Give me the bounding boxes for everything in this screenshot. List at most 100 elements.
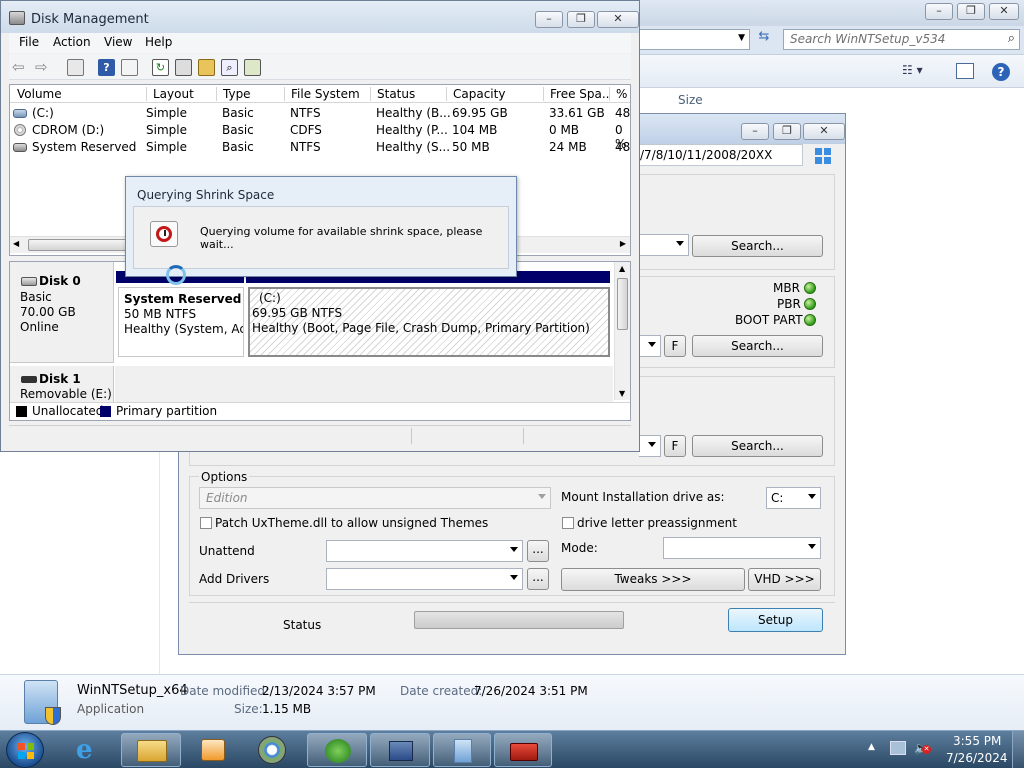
properties-icon[interactable] (121, 59, 138, 76)
settings-icon[interactable] (175, 59, 192, 76)
disk1-label-panel[interactable]: Disk 1 Removable (E:) (10, 366, 114, 402)
taskbar-winntsetup-icon[interactable] (433, 733, 491, 767)
scroll-left-icon[interactable]: ◀ (13, 239, 19, 248)
taskbar-download-manager-icon[interactable] (307, 733, 367, 767)
address-bar[interactable]: ▼ (636, 29, 750, 50)
mount-drive-combobox[interactable]: C: (766, 487, 821, 509)
col-free-space[interactable]: Free Spa... (543, 87, 609, 101)
winntsetup-maximize-button[interactable]: ❐ (773, 123, 801, 140)
disk-graphical-view: Disk 0 Basic 70.00 GB Online System Rese… (9, 261, 631, 421)
col-layout[interactable]: Layout (146, 87, 222, 101)
scroll-thumb[interactable] (617, 278, 628, 330)
add-drivers-browse-button[interactable]: ... (527, 568, 549, 590)
view-options-icon[interactable]: ☷ ▾ (902, 63, 936, 81)
tweaks-button[interactable]: Tweaks >>> (561, 568, 745, 591)
partition-system-reserved[interactable]: System Reserved 50 MB NTFS Healthy (Syst… (118, 287, 244, 357)
winntsetup-minimize-button[interactable]: – (741, 123, 769, 140)
taskbar-disk-management-icon[interactable] (370, 733, 430, 767)
dm-close-button[interactable]: ✕ (597, 11, 639, 28)
start-button[interactable] (6, 732, 44, 768)
preview-pane-icon[interactable] (956, 63, 974, 79)
edition-combobox[interactable]: Edition (199, 487, 551, 509)
clock-time[interactable]: 3:55 PM (953, 734, 1001, 748)
back-icon[interactable]: ⇦ (12, 58, 25, 76)
disk-view-vscrollbar[interactable]: ▲ ▼ (614, 262, 630, 400)
volume-muted-icon[interactable]: 🔈✕ (914, 741, 932, 757)
boot-search-button[interactable]: Search... (692, 335, 823, 357)
busy-cursor-icon (166, 265, 186, 285)
dialog-message: Querying volume for available shrink spa… (200, 225, 483, 251)
refresh-icon[interactable]: ↻ (152, 59, 169, 76)
boot-format-button[interactable]: F (664, 335, 686, 357)
unattend-browse-button[interactable]: ... (527, 540, 549, 562)
taskbar-media-player-icon[interactable] (185, 733, 240, 767)
mode-combobox[interactable] (663, 537, 821, 559)
unattend-combobox[interactable] (326, 540, 523, 562)
clock-date[interactable]: 7/26/2024 (946, 751, 1008, 765)
taskbar-ie-icon[interactable]: e (62, 733, 117, 767)
install-search-button[interactable]: Search... (692, 435, 823, 457)
disk0-type: Basic (20, 290, 52, 304)
refresh-icon[interactable]: ⇆ (754, 29, 774, 50)
rescan-icon[interactable] (244, 59, 261, 76)
show-desktop-button[interactable] (1012, 731, 1024, 768)
add-drivers-combobox[interactable] (326, 568, 523, 590)
winntsetup-close-button[interactable]: ✕ (803, 123, 845, 140)
mount-drive-value: C: (771, 491, 784, 505)
forward-icon[interactable]: ⇨ (35, 58, 48, 76)
search-disk-icon[interactable]: ⌕ (221, 59, 238, 76)
menu-file[interactable]: File (19, 35, 39, 49)
chevron-down-icon[interactable]: ▼ (738, 33, 745, 43)
partition-size: 69.95 GB NTFS (252, 306, 343, 320)
source-combobox[interactable] (639, 234, 689, 256)
col-percent-free[interactable]: % F (609, 87, 630, 101)
taskbar-explorer-icon[interactable] (121, 733, 181, 767)
vhd-button[interactable]: VHD >>> (748, 568, 821, 591)
install-format-button[interactable]: F (664, 435, 686, 457)
dm-minimize-button[interactable]: – (535, 11, 563, 28)
help-book-icon[interactable]: ? (98, 59, 115, 76)
status-progress-bar (414, 611, 624, 629)
source-search-button[interactable]: Search... (692, 235, 823, 257)
menu-action[interactable]: Action (53, 35, 91, 49)
legend: Unallocated Primary partition (10, 402, 630, 420)
console-tree-icon[interactable] (67, 59, 84, 76)
boot-drive-combobox[interactable] (639, 335, 661, 357)
col-status[interactable]: Status (370, 87, 446, 101)
folder-open-icon[interactable] (198, 59, 215, 76)
explorer-maximize-button[interactable]: ❐ (957, 3, 985, 20)
drive-letter-checkbox[interactable] (562, 517, 574, 529)
search-input[interactable]: Search WinNTSetup_v534 ⌕ (783, 29, 1020, 50)
status-label: Status (283, 618, 322, 632)
install-drive-combobox[interactable] (639, 435, 661, 457)
show-hidden-icons-icon[interactable]: ▲ (868, 742, 875, 752)
partition-c[interactable]: (C:) 69.95 GB NTFS Healthy (Boot, Page F… (248, 287, 610, 357)
taskbar-chrome-icon[interactable] (244, 733, 302, 767)
menu-help[interactable]: Help (145, 35, 172, 49)
explorer-minimize-button[interactable]: – (925, 3, 953, 20)
scroll-up-icon[interactable]: ▲ (619, 264, 625, 273)
taskbar-toolbox-icon[interactable] (494, 733, 552, 767)
help-icon[interactable]: ? (992, 63, 1010, 81)
col-type[interactable]: Type (216, 87, 284, 101)
partition-status: Healthy (System, Acti (124, 322, 244, 336)
col-volume[interactable]: Volume (17, 87, 62, 101)
table-row[interactable]: System Reserved Simple Basic NTFS Health… (10, 139, 630, 156)
setup-button[interactable]: Setup (728, 608, 823, 632)
menu-view[interactable]: View (104, 35, 132, 49)
scroll-down-icon[interactable]: ▼ (619, 389, 625, 398)
scroll-right-icon[interactable]: ▶ (620, 239, 626, 248)
table-row[interactable]: CDROM (D:) Simple Basic CDFS Healthy (P.… (10, 122, 630, 151)
col-file-system[interactable]: File System (284, 87, 370, 101)
col-capacity[interactable]: Capacity (446, 87, 542, 101)
disk0-label-panel[interactable]: Disk 0 Basic 70.00 GB Online (10, 262, 114, 363)
explorer-close-button[interactable]: ✕ (989, 3, 1019, 20)
dm-maximize-button[interactable]: ❐ (567, 11, 595, 28)
patch-uxtheme-checkbox[interactable] (200, 517, 212, 529)
column-header-size[interactable]: Size (678, 93, 703, 107)
scroll-thumb[interactable] (28, 239, 128, 251)
table-row[interactable]: (C:) Simple Basic NTFS Healthy (B... 69.… (10, 105, 630, 122)
disk1-area (115, 366, 613, 402)
network-icon[interactable] (890, 741, 906, 755)
dm-status-bar (9, 425, 631, 445)
